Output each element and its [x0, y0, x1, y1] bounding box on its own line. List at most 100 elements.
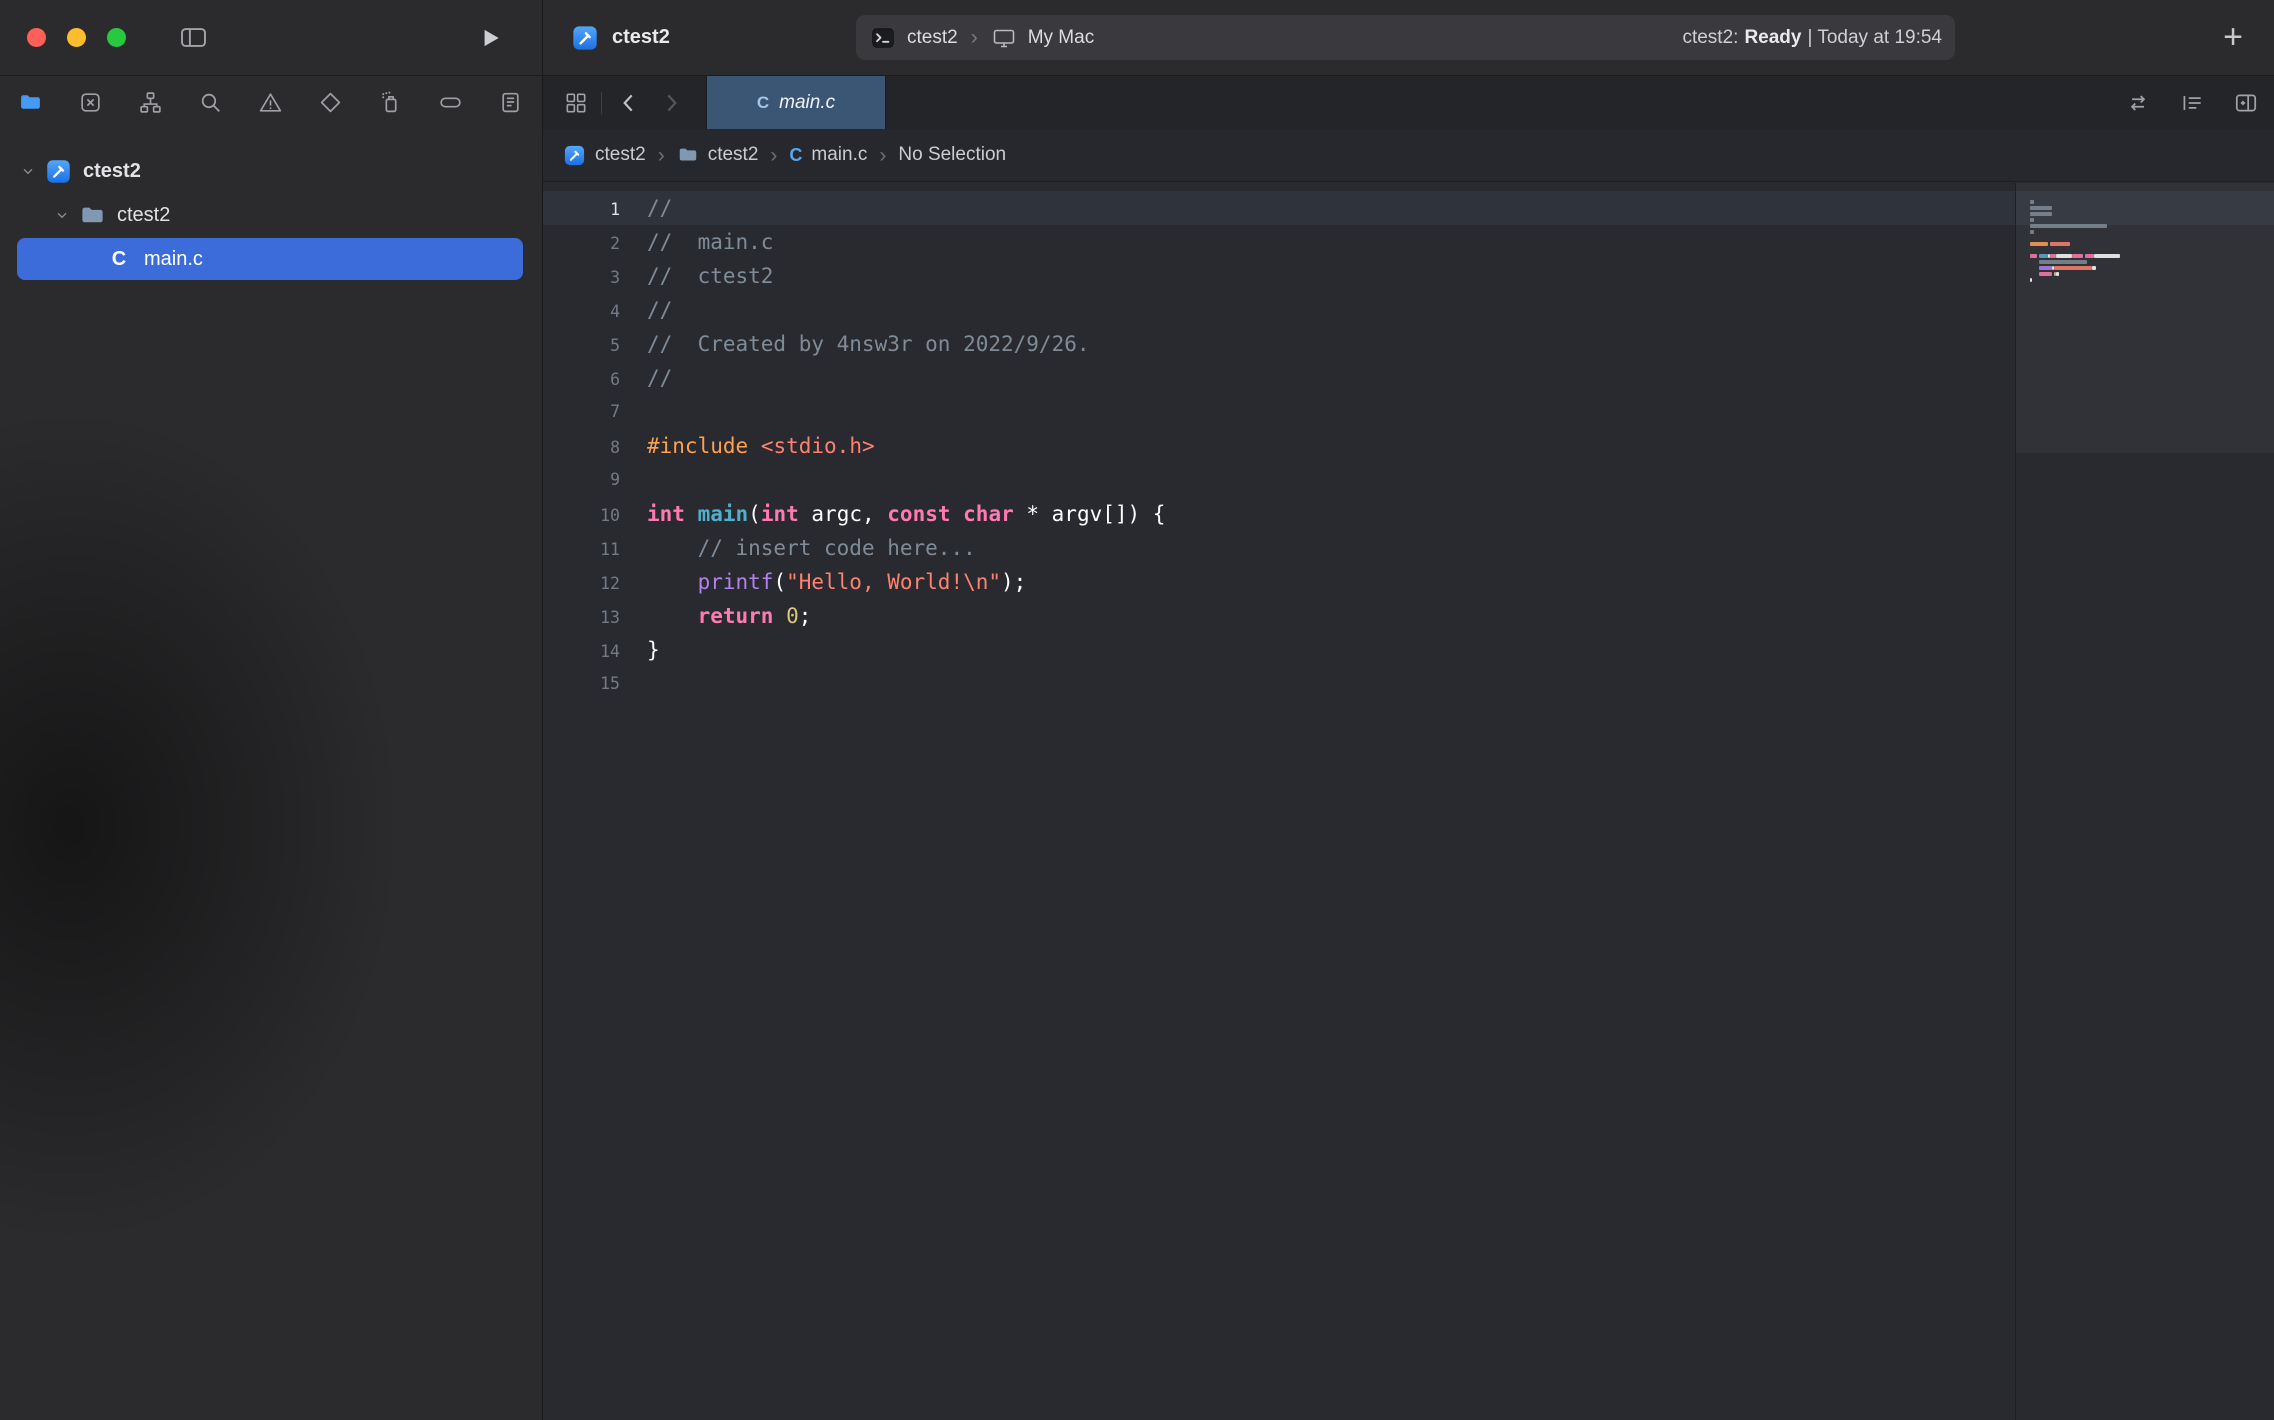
xcode-window: ctest2 ctest2 › My Mac ctest2: Ready | T… — [0, 0, 2274, 1420]
navigator-tab-symbol[interactable] — [138, 90, 163, 115]
scheme-selector[interactable]: ctest2 › My Mac — [856, 15, 1094, 60]
breadcrumb-item-ctest2[interactable]: ctest2 — [677, 144, 759, 166]
play-icon — [477, 25, 503, 51]
window-controls — [27, 28, 126, 47]
spray-icon — [378, 90, 403, 115]
c-file-icon: C — [789, 145, 802, 166]
line-number[interactable]: 12 — [543, 567, 620, 601]
breadcrumb-separator: › — [879, 145, 886, 166]
toggle-sidebar-button[interactable] — [178, 23, 209, 52]
code-review-button[interactable] — [2125, 90, 2151, 116]
line-number[interactable]: 14 — [543, 635, 620, 669]
line-number[interactable]: 2 — [543, 227, 620, 261]
code-text: // main.c — [647, 225, 773, 259]
grid-icon — [563, 90, 589, 116]
tree-row-ctest2[interactable]: ctest2 — [0, 193, 542, 237]
disclosure-triangle[interactable] — [20, 163, 36, 179]
breadcrumb-item-ctest2[interactable]: ctest2 — [563, 144, 646, 167]
jump-bar: ctest2›ctest2›Cmain.c›No Selection — [543, 129, 2274, 182]
breadcrumb-label: ctest2 — [595, 144, 646, 166]
navigator-sidebar: ctest2 ctest2 Cmain.c — [0, 76, 542, 1420]
line-number[interactable]: 9 — [543, 463, 620, 497]
line-number[interactable]: 8 — [543, 431, 620, 465]
code-text: return 0; — [647, 599, 811, 633]
code-text: // — [647, 361, 672, 395]
breadcrumb-label: No Selection — [898, 144, 1006, 166]
line-number[interactable]: 6 — [543, 363, 620, 397]
chevron-right-icon — [658, 90, 684, 116]
xcode-app-icon — [563, 144, 586, 167]
add-editor-button[interactable] — [2233, 90, 2259, 116]
code-text: #include <stdio.h> — [647, 429, 875, 463]
disclosure-triangle[interactable] — [54, 207, 70, 223]
split-editor-icon — [2233, 90, 2259, 116]
code-text: int main(int argc, const char * argv[]) … — [647, 497, 1165, 531]
line-number[interactable]: 1 — [543, 193, 620, 227]
scheme-name[interactable]: ctest2 — [907, 27, 958, 49]
line-number[interactable]: 15 — [543, 667, 620, 701]
line-number[interactable]: 5 — [543, 329, 620, 363]
navigator-tab-project[interactable] — [18, 90, 43, 115]
folder-icon — [18, 90, 43, 115]
sidebar-shadow-overlay — [0, 186, 542, 1420]
navigator-tab-source-control[interactable] — [78, 90, 103, 115]
run-button[interactable] — [477, 25, 503, 51]
navigator-tab-breakpoint[interactable] — [438, 90, 463, 115]
breadcrumb-item-main-c[interactable]: Cmain.c — [789, 144, 867, 166]
source-editor[interactable]: 1//2// main.c3// ctest24//5// Created by… — [543, 183, 2274, 1420]
mac-destination-icon — [991, 26, 1017, 50]
related-items-button[interactable] — [563, 90, 589, 116]
go-back-button[interactable] — [616, 90, 642, 116]
tree-item-label: main.c — [144, 248, 203, 271]
line-number[interactable]: 3 — [543, 261, 620, 295]
line-number[interactable]: 11 — [543, 533, 620, 567]
terminal-scheme-icon — [870, 25, 896, 51]
editor-tab-main-c[interactable]: C main.c — [706, 76, 886, 129]
line-number[interactable]: 13 — [543, 601, 620, 635]
chevron-separator: › — [969, 27, 980, 48]
build-status[interactable]: ctest2: Ready | Today at 19:54 — [1682, 15, 1942, 60]
close-button[interactable] — [27, 28, 46, 47]
c-file-icon: C — [757, 93, 769, 113]
xcode-app-icon — [45, 158, 72, 185]
minimap-line — [2030, 283, 2120, 289]
project-title-group: ctest2 — [571, 0, 670, 75]
line-number[interactable]: 7 — [543, 395, 620, 429]
diamond-icon — [318, 90, 343, 115]
toolbar: ctest2 ctest2 › My Mac ctest2: Ready | T… — [0, 0, 2274, 76]
swap-arrows-icon — [2125, 90, 2151, 116]
sidebar-divider[interactable] — [542, 0, 543, 1420]
navigator-tab-issue[interactable] — [258, 90, 283, 115]
status-detail: | Today at 19:54 — [1807, 27, 1942, 49]
adjust-editor-options-button[interactable] — [2179, 90, 2205, 116]
minimize-button[interactable] — [67, 28, 86, 47]
go-forward-button[interactable] — [658, 90, 684, 116]
navigator-tab-find[interactable] — [198, 90, 223, 115]
sidebar-toggle-icon — [178, 23, 209, 52]
tree-row-ctest2[interactable]: ctest2 — [0, 149, 542, 193]
warning-icon — [258, 90, 283, 115]
library-add-button[interactable]: + — [2214, 17, 2252, 57]
project-file-tree: ctest2 ctest2 Cmain.c — [0, 128, 542, 280]
tree-item-label: ctest2 — [83, 160, 141, 183]
navigator-tab-test[interactable] — [318, 90, 343, 115]
breadcrumb-item-no-selection[interactable]: No Selection — [898, 144, 1006, 166]
zoom-button[interactable] — [107, 28, 126, 47]
run-destination[interactable]: My Mac — [1028, 27, 1095, 49]
capsule-icon — [438, 90, 463, 115]
breadcrumb-label: main.c — [811, 144, 867, 166]
folder-icon — [79, 202, 106, 229]
navigator-tab-debug[interactable] — [378, 90, 403, 115]
tree-item-label: ctest2 — [117, 204, 170, 227]
folder-icon — [677, 144, 699, 166]
minimap[interactable] — [2015, 183, 2274, 1420]
navigator-tab-report[interactable] — [498, 90, 523, 115]
tree-row-main.c[interactable]: Cmain.c — [17, 238, 523, 280]
c-file-icon: C — [105, 248, 133, 271]
code-text: // — [647, 191, 672, 225]
line-number[interactable]: 4 — [543, 295, 620, 329]
report-icon — [498, 90, 523, 115]
tab-bar-right-controls — [2125, 76, 2259, 129]
line-number[interactable]: 10 — [543, 499, 620, 533]
code-text: printf("Hello, World!\n"); — [647, 565, 1026, 599]
